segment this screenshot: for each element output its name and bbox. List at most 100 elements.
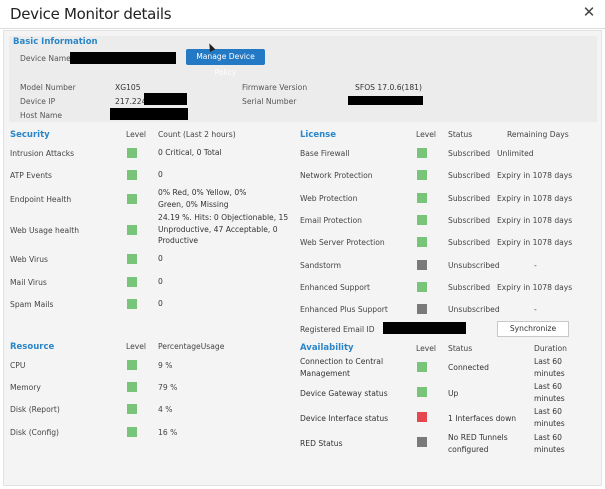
license-level-indicator <box>417 215 427 225</box>
resource-row-usage: 16 % <box>158 428 178 437</box>
license-row-remaining: Unlimited <box>497 149 534 158</box>
resource-usage-header: PercentageUsage <box>158 342 225 351</box>
license-level-indicator <box>417 237 427 247</box>
device-name-label: Device Name <box>20 54 71 63</box>
availability-level-indicator <box>417 387 427 397</box>
availability-row-duration: Last 60 minutes <box>534 407 565 428</box>
license-row-status: Unsubscribed <box>448 261 500 270</box>
license-level-indicator <box>417 170 427 180</box>
license-row-label: Email Protection <box>300 216 362 225</box>
security-level-header: Level <box>126 130 147 139</box>
basic-info-title: Basic Information <box>13 37 98 47</box>
manage-device-policy-button[interactable]: Manage Device Policy <box>186 49 265 77</box>
security-row-count: 0 <box>158 277 163 286</box>
availability-row-duration: Last 60 minutes <box>534 433 565 454</box>
license-row-remaining: - <box>534 261 537 270</box>
license-level-indicator <box>417 304 427 314</box>
availability-row-status: Connected <box>448 363 489 372</box>
license-title: License <box>300 130 337 140</box>
resource-row-usage: 9 % <box>158 361 173 370</box>
security-row-label: Intrusion Attacks <box>10 149 75 158</box>
host-name-label: Host Name <box>20 111 63 120</box>
device-ip-value: 217.224 <box>115 97 147 106</box>
device-ip-label: Device IP <box>20 97 56 106</box>
license-row-label: Web Protection <box>300 194 358 203</box>
synchronize-button[interactable]: Synchronize <box>497 321 569 337</box>
resource-level-indicator <box>127 404 137 414</box>
license-row-label: Network Protection <box>300 171 373 180</box>
license-row-status: Subscribed <box>448 216 491 225</box>
security-row-label: Spam Mails <box>10 300 54 309</box>
resource-row-label: Disk (Report) <box>10 405 60 414</box>
license-row-label: Base Firewall <box>300 149 350 158</box>
availability-row-status: 1 Interfaces down <box>448 414 517 423</box>
license-row-remaining: Expiry in 1078 days <box>497 283 573 292</box>
license-status-header: Status <box>448 130 473 139</box>
serial-number-redacted <box>348 96 423 105</box>
license-row-remaining: Expiry in 1078 days <box>497 216 573 225</box>
security-count-header: Count (Last 2 hours) <box>158 130 236 139</box>
security-row-label: Web Virus <box>10 255 48 264</box>
license-row-status: Subscribed <box>448 149 491 158</box>
registered-email-label: Registered Email ID <box>300 325 375 334</box>
firmware-version-value: SFOS 17.0.6(181) <box>355 83 422 92</box>
host-name-redacted <box>110 108 188 120</box>
security-level-indicator <box>127 277 137 287</box>
close-icon[interactable]: ✕ <box>581 4 597 20</box>
license-level-indicator <box>417 282 427 292</box>
resource-row-label: Memory <box>10 383 41 392</box>
security-row-count: 0 Critical, 0 Total <box>158 148 222 157</box>
security-level-indicator <box>127 299 137 309</box>
resource-title: Resource <box>10 342 55 352</box>
security-row-count: 24.19 %. Hits: 0 Objectionable, 15 Unpro… <box>158 213 289 245</box>
dialog-title: Device Monitor details <box>10 5 172 23</box>
license-row-status: Unsubscribed <box>448 305 500 314</box>
security-level-indicator <box>127 254 137 264</box>
license-level-indicator <box>417 193 427 203</box>
resource-row-usage: 4 % <box>158 405 173 414</box>
firmware-version-label: Firmware Version <box>242 83 308 92</box>
availability-level-indicator <box>417 412 427 422</box>
security-row-count: 0 <box>158 254 163 263</box>
security-row-label: Web Usage health <box>10 226 80 235</box>
license-row-status: Subscribed <box>448 283 491 292</box>
availability-row-duration: Last 60 minutes <box>534 382 565 403</box>
license-row-label: Sandstorm <box>300 261 342 270</box>
availability-level-header: Level <box>416 344 437 353</box>
resource-row-label: CPU <box>10 361 26 370</box>
serial-number-label: Serial Number <box>242 97 297 106</box>
availability-level-indicator <box>417 437 427 447</box>
security-title: Security <box>10 130 50 140</box>
availability-row-label: Device Interface status <box>300 414 389 423</box>
license-row-remaining: Expiry in 1078 days <box>497 194 573 203</box>
resource-row-usage: 79 % <box>158 383 178 392</box>
availability-row-status: No RED Tunnels configured <box>448 433 508 454</box>
availability-row-status: Up <box>448 389 459 398</box>
license-remaining-header: Remaining Days <box>507 130 569 139</box>
license-row-status: Subscribed <box>448 194 491 203</box>
license-row-status: Subscribed <box>448 238 491 247</box>
availability-row-label: RED Status <box>300 439 343 448</box>
availability-duration-header: Duration <box>534 344 567 353</box>
security-row-label: Endpoint Health <box>10 195 72 204</box>
license-row-label: Enhanced Support <box>300 283 370 292</box>
basic-info-card <box>9 36 597 122</box>
resource-level-header: Level <box>126 342 147 351</box>
resource-level-indicator <box>127 382 137 392</box>
security-row-count: 0 <box>158 299 163 308</box>
security-level-indicator <box>127 225 137 235</box>
availability-title: Availability <box>300 343 354 353</box>
license-row-remaining: Expiry in 1078 days <box>497 238 573 247</box>
resource-level-indicator <box>127 427 137 437</box>
license-row-status: Subscribed <box>448 171 491 180</box>
security-level-indicator <box>127 170 137 180</box>
device-ip-redacted <box>144 93 187 105</box>
license-row-label: Enhanced Plus Support <box>300 305 388 314</box>
license-row-remaining: - <box>534 305 537 314</box>
resource-row-label: Disk (Config) <box>10 428 60 437</box>
security-row-count: 0 <box>158 170 163 179</box>
resource-level-indicator <box>127 360 137 370</box>
availability-row-label: Device Gateway status <box>300 389 388 398</box>
security-row-label: Mail Virus <box>10 278 47 287</box>
header-divider <box>0 28 605 29</box>
